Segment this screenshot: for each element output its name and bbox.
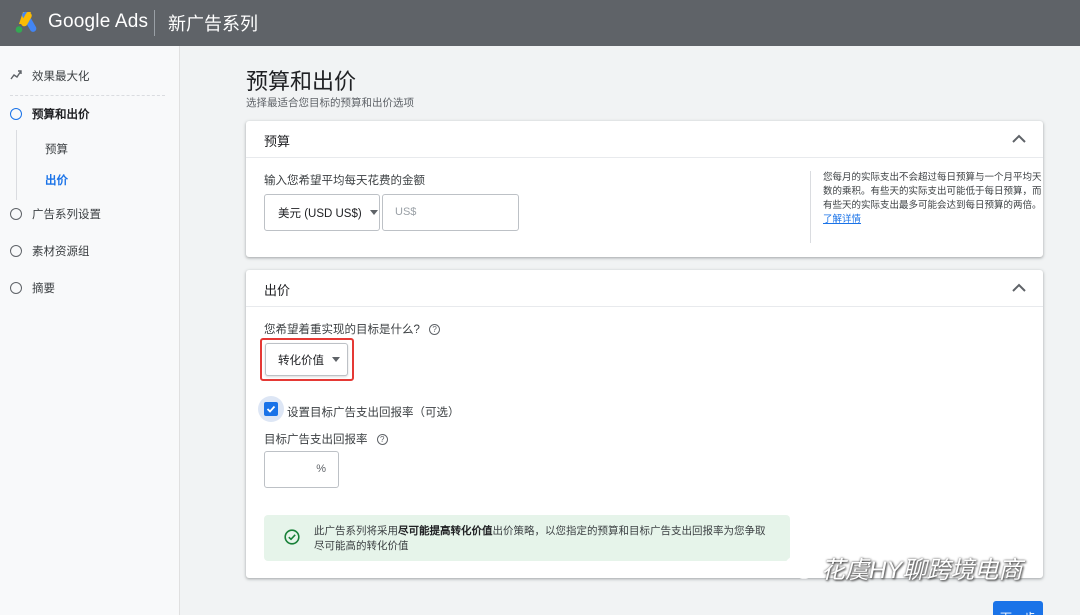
sidebar-item-label: 预算和出价 — [32, 109, 90, 121]
sidebar-item-summary[interactable]: 摘要 — [10, 280, 55, 296]
sidebar-item-label: 摘要 — [32, 283, 55, 295]
checkmark-icon — [264, 402, 278, 416]
sidebar-item-label: 效果最大化 — [32, 71, 90, 83]
budget-help-body: 您每月的实际支出不会超过每日预算与一个月平均天数的乘积。有些天的实际支出可能低于… — [823, 172, 1042, 211]
bidding-card-title: 出价 — [264, 283, 291, 298]
learn-more-link[interactable]: 了解详情 — [823, 214, 861, 225]
sidebar: 效果最大化 预算和出价 预算 出价 广告系列设置 素材资源组 摘要 — [0, 46, 180, 615]
roas-field-label: 目标广告支出回报率 ? — [264, 431, 388, 447]
next-button[interactable]: 下一步 — [993, 601, 1043, 615]
sidebar-subitem-budget[interactable]: 预算 — [45, 141, 68, 157]
budget-help-text: 您每月的实际支出不会超过每日预算与一个月平均天数的乘积。有些天的实际支出可能低于… — [810, 171, 1042, 243]
goal-question-label: 您希望着重实现的目标是什么? ? — [264, 321, 441, 337]
goal-question-text: 您希望着重实现的目标是什么? — [264, 324, 420, 336]
budget-card: 预算 输入您希望平均每天花费的金额 美元 (USD US$) US$ 您每月的实… — [246, 121, 1043, 257]
goal-select-value: 转化价值 — [278, 354, 324, 367]
budget-card-title: 预算 — [264, 134, 291, 149]
brand-name: Google Ads — [48, 11, 149, 32]
sidebar-subitem-bidding[interactable]: 出价 — [45, 172, 68, 188]
sidebar-item-asset-groups[interactable]: 素材资源组 — [10, 243, 90, 259]
page-title: 预算和出价 — [246, 69, 357, 94]
watermark: 花虞HY聊跨境电商 — [785, 550, 1022, 585]
watermark-text: 花虞HY聊跨境电商 — [821, 557, 1023, 584]
sidebar-divider — [10, 95, 165, 96]
roas-unit: % — [316, 463, 326, 475]
sidebar-item-label: 素材资源组 — [32, 246, 90, 258]
chevron-down-icon — [369, 210, 378, 215]
currency-select-value: 美元 (USD US$) — [278, 207, 362, 220]
budget-field-label: 输入您希望平均每天花费的金额 — [264, 175, 425, 187]
top-bar: Google Ads 新广告系列 — [0, 0, 1080, 46]
chevron-up-icon[interactable] — [1009, 129, 1029, 149]
sidebar-item-campaign-settings[interactable]: 广告系列设置 — [10, 206, 101, 222]
budget-card-header[interactable]: 预算 — [246, 121, 1043, 158]
help-icon[interactable]: ? — [429, 324, 441, 336]
trend-icon — [10, 69, 22, 83]
circle-icon — [10, 245, 22, 257]
help-icon[interactable]: ? — [376, 434, 388, 446]
roas-field-text: 目标广告支出回报率 — [264, 434, 368, 446]
bidding-card-header[interactable]: 出价 — [246, 270, 1043, 307]
google-ads-logo-icon[interactable] — [14, 10, 40, 34]
check-circle-icon — [284, 529, 300, 545]
wechat-icon — [785, 555, 814, 579]
budget-amount-input[interactable]: US$ — [382, 194, 519, 231]
circle-icon — [10, 108, 22, 120]
chevron-down-icon — [332, 357, 340, 362]
chevron-up-icon[interactable] — [1009, 278, 1029, 298]
roas-checkbox-label[interactable]: 设置目标广告支出回报率（可选） — [287, 404, 460, 420]
page-subtitle: 选择最适合您目标的预算和出价选项 — [246, 97, 414, 109]
sub-nav-line — [16, 130, 17, 200]
strategy-info-banner: 此广告系列将采用尽可能提高转化价值出价策略，以您指定的预算和目标广告支出回报率为… — [264, 515, 790, 561]
campaign-title: 新广告系列 — [168, 14, 258, 34]
topbar-divider — [154, 10, 155, 36]
bidding-card: 出价 您希望着重实现的目标是什么? ? 转化价值 设置目标广告支出回报率（可选）… — [246, 270, 1043, 578]
budget-amount-placeholder: US$ — [395, 206, 417, 218]
sidebar-item-label: 广告系列设置 — [32, 209, 101, 221]
goal-select[interactable]: 转化价值 — [265, 343, 348, 376]
circle-icon — [10, 282, 22, 294]
banner-strategy-name: 尽可能提高转化价值 — [398, 525, 493, 537]
circle-icon — [10, 208, 22, 220]
currency-select[interactable]: 美元 (USD US$) — [264, 194, 380, 231]
banner-text: 此广告系列将采用尽可能提高转化价值出价策略，以您指定的预算和目标广告支出回报率为… — [314, 524, 774, 554]
banner-prefix: 此广告系列将采用 — [314, 525, 398, 537]
sidebar-item-budget-bidding[interactable]: 预算和出价 — [10, 106, 90, 122]
roas-checkbox[interactable] — [258, 396, 284, 422]
sidebar-item-performance-max[interactable]: 效果最大化 — [10, 68, 90, 84]
roas-input[interactable]: % — [264, 451, 339, 488]
